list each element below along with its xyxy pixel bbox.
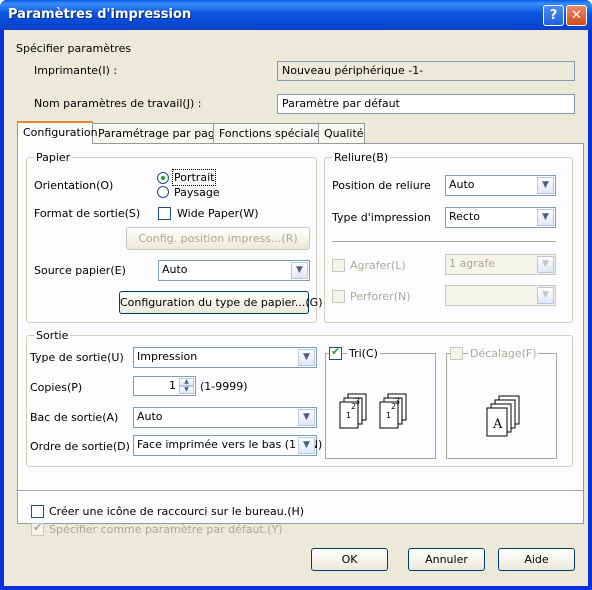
print-type-dropdown[interactable]: Recto ▼ (445, 207, 556, 228)
chevron-down-icon: ▼ (537, 287, 554, 304)
config-position-button[interactable]: Config. position impress...(R) (126, 227, 310, 250)
perforer-label: Perforer(N) (350, 290, 411, 303)
cancel-button[interactable]: Annuler (408, 548, 485, 571)
portrait-radio[interactable] (157, 172, 169, 184)
chevron-down-icon[interactable]: ▼ (291, 262, 308, 279)
shortcut-label[interactable]: Créer une icône de raccourci sur le bure… (49, 505, 304, 518)
chevron-down-icon[interactable]: ▼ (537, 177, 554, 194)
default-checkbox[interactable]: ✔ (31, 521, 44, 536)
source-dropdown[interactable]: Auto ▼ (158, 260, 310, 281)
print-settings-window: Paramètres d'impression ? ✕ Spécifier pa… (0, 0, 592, 590)
tab-page-setup[interactable]: Paramétrage par page (92, 123, 222, 144)
output-type-label: Type de sortie(U) (30, 351, 124, 364)
perforer-dropdown[interactable]: ▼ (445, 285, 556, 306)
wide-paper-checkbox[interactable] (158, 207, 171, 220)
decalage-checkbox[interactable] (450, 347, 463, 360)
ok-button[interactable]: OK (311, 548, 388, 571)
offset-stack-icon: A (486, 395, 520, 437)
copies-stepper[interactable]: 1 ▲ ▼ (133, 376, 196, 396)
output-tray-dropdown[interactable]: Auto ▼ (133, 407, 317, 428)
spin-up-icon[interactable]: ▲ (179, 378, 194, 386)
source-label: Source papier(E) (34, 264, 126, 277)
svg-text:1: 1 (346, 411, 351, 420)
binding-position-dropdown[interactable]: Auto ▼ (445, 175, 556, 196)
title-bar[interactable]: Paramètres d'impression ? ✕ (0, 0, 592, 30)
agrafer-label: Agrafer(L) (350, 259, 406, 272)
help-icon[interactable]: ? (543, 5, 564, 26)
decalage-label: Décalage(F) (468, 347, 539, 360)
chevron-down-icon[interactable]: ▼ (298, 409, 315, 426)
printer-label: Imprimante(I) : (34, 64, 118, 77)
paysage-radio[interactable] (157, 186, 169, 198)
chevron-down-icon[interactable]: ▼ (537, 209, 554, 226)
tri-label[interactable]: Tri(C) (347, 347, 380, 360)
sortie-legend: Sortie (34, 329, 71, 342)
tab-quality[interactable]: Qualité (318, 123, 365, 144)
orientation-label: Orientation(O) (34, 179, 114, 192)
section-label: Spécifier paramètres (16, 42, 132, 55)
chevron-down-icon[interactable]: ▼ (298, 437, 315, 454)
chevron-down-icon: ▼ (537, 256, 554, 273)
tab-configuration[interactable]: Configuration (17, 121, 98, 144)
wide-paper-label[interactable]: Wide Paper(W) (177, 207, 259, 220)
close-icon[interactable]: ✕ (566, 5, 587, 26)
output-tray-label: Bac de sortie(A) (30, 411, 119, 424)
copies-label: Copies(P) (30, 381, 83, 394)
agrafer-checkbox[interactable] (332, 259, 345, 272)
decalage-box: A (446, 353, 557, 459)
reliure-legend: Reliure(B) (332, 151, 391, 164)
collate-icon: 321 321 (339, 393, 407, 429)
copies-range: (1-9999) (200, 380, 248, 393)
dialog-body: Spécifier paramètres Imprimante(I) : Nou… (4, 30, 588, 586)
paper-type-button[interactable]: Configuration du type de papier...(G) (119, 291, 323, 314)
shortcut-checkbox[interactable] (31, 505, 44, 518)
paysage-label[interactable]: Paysage (174, 186, 220, 199)
portrait-label[interactable]: Portrait (171, 169, 217, 186)
print-type-label: Type d'impression (332, 211, 431, 224)
tri-checkbox[interactable]: ✔ (329, 345, 342, 360)
divider (332, 241, 556, 243)
perforer-checkbox[interactable] (332, 290, 345, 303)
window-title: Paramètres d'impression (8, 7, 192, 22)
jobname-label: Nom paramètres de travail(J) : (34, 97, 202, 110)
printer-field: Nouveau périphérique -1- (277, 61, 575, 81)
papier-legend: Papier (34, 151, 73, 164)
default-label: Spécifier comme paramètre par défaut.(Y) (49, 523, 283, 536)
format-label: Format de sortie(S) (34, 207, 141, 220)
jobname-field[interactable]: Paramètre par défaut (277, 94, 575, 114)
divider (16, 490, 583, 492)
output-order-label: Ordre de sortie(D) (30, 440, 130, 453)
chevron-down-icon[interactable]: ▼ (298, 349, 315, 366)
svg-text:A: A (492, 417, 503, 432)
output-order-dropdown[interactable]: Face imprimée vers le bas (1 à N) ▼ (133, 435, 322, 456)
agrafer-dropdown[interactable]: 1 agrafe ▼ (445, 254, 556, 275)
binding-position-label: Position de reliure (332, 179, 431, 192)
tri-box: 321 321 (325, 353, 436, 459)
svg-text:2: 2 (391, 402, 396, 411)
tab-special-functions[interactable]: Fonctions spéciales (213, 123, 326, 144)
spin-down-icon[interactable]: ▼ (179, 386, 194, 394)
svg-text:2: 2 (351, 402, 356, 411)
output-type-dropdown[interactable]: Impression ▼ (133, 347, 317, 368)
help-button[interactable]: Aide (498, 548, 575, 571)
svg-text:1: 1 (386, 411, 391, 420)
